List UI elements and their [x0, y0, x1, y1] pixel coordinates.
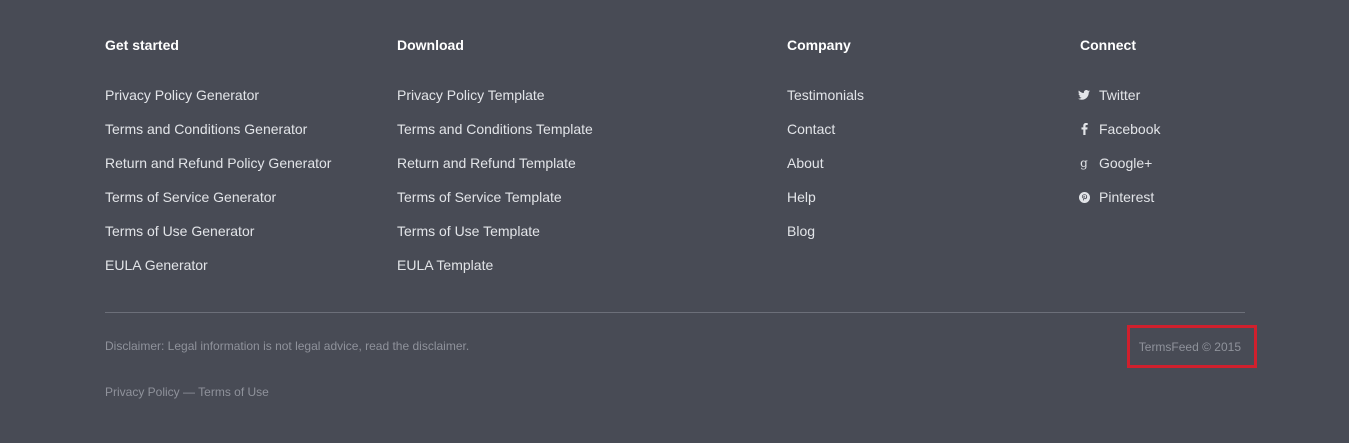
- link-about[interactable]: About: [787, 155, 824, 171]
- column-heading: Get started: [105, 37, 179, 53]
- link-terms-and-conditions-generator[interactable]: Terms and Conditions Generator: [105, 121, 307, 137]
- copyright-text: TermsFeed © 2015: [1138, 340, 1241, 354]
- link-return-refund-policy-generator[interactable]: Return and Refund Policy Generator: [105, 155, 331, 171]
- column-heading: Download: [397, 37, 464, 53]
- social-link-label: Facebook: [1099, 121, 1161, 137]
- privacy-policy-link[interactable]: Privacy Policy: [105, 385, 180, 399]
- link-terms-and-conditions-template[interactable]: Terms and Conditions Template: [397, 121, 593, 137]
- link-return-refund-template[interactable]: Return and Refund Template: [397, 155, 576, 171]
- link-eula-template[interactable]: EULA Template: [397, 257, 493, 273]
- link-terms-of-use-generator[interactable]: Terms of Use Generator: [105, 223, 254, 239]
- link-list: Twitter Facebook g Google+ Pinterest: [1078, 86, 1160, 222]
- footer-divider: [105, 312, 1245, 313]
- copyright-highlight-box: TermsFeed © 2015: [1127, 325, 1257, 368]
- footer-column-download: Download Privacy Policy Template Terms a…: [397, 36, 593, 290]
- disclaimer-text: Disclaimer: Legal information is not leg…: [105, 339, 470, 353]
- footer-column-connect: Connect Twitter Facebook g Google+ Pinte…: [1078, 36, 1160, 222]
- column-heading: Connect: [1080, 37, 1136, 53]
- link-terms-of-service-generator[interactable]: Terms of Service Generator: [105, 189, 276, 205]
- link-list: Testimonials Contact About Help Blog: [787, 86, 864, 256]
- google-plus-icon: g: [1080, 156, 1088, 170]
- footer-column-get-started: Get started Privacy Policy Generator Ter…: [105, 36, 331, 290]
- link-twitter[interactable]: Twitter: [1078, 86, 1140, 104]
- link-list: Privacy Policy Generator Terms and Condi…: [105, 86, 331, 290]
- terms-of-use-link[interactable]: Terms of Use: [198, 385, 269, 399]
- legal-links-separator: —: [183, 385, 196, 399]
- twitter-icon: [1078, 90, 1090, 100]
- facebook-icon: [1078, 123, 1090, 135]
- social-link-label: Pinterest: [1099, 189, 1155, 205]
- link-terms-of-use-template[interactable]: Terms of Use Template: [397, 223, 540, 239]
- legal-links: Privacy Policy — Terms of Use: [105, 385, 269, 399]
- social-link-label: Twitter: [1099, 87, 1141, 103]
- footer-column-company: Company Testimonials Contact About Help …: [787, 36, 864, 256]
- link-pinterest[interactable]: Pinterest: [1078, 188, 1154, 206]
- pinterest-icon: [1078, 191, 1090, 203]
- link-help[interactable]: Help: [787, 189, 816, 205]
- link-contact[interactable]: Contact: [787, 121, 835, 137]
- link-privacy-policy-template[interactable]: Privacy Policy Template: [397, 87, 545, 103]
- column-heading: Company: [787, 37, 851, 53]
- link-eula-generator[interactable]: EULA Generator: [105, 257, 208, 273]
- link-testimonials[interactable]: Testimonials: [787, 87, 864, 103]
- link-facebook[interactable]: Facebook: [1078, 120, 1160, 138]
- link-google-plus[interactable]: g Google+: [1078, 154, 1152, 172]
- link-blog[interactable]: Blog: [787, 223, 815, 239]
- link-list: Privacy Policy Template Terms and Condit…: [397, 86, 593, 290]
- link-privacy-policy-generator[interactable]: Privacy Policy Generator: [105, 87, 259, 103]
- link-terms-of-service-template[interactable]: Terms of Service Template: [397, 189, 562, 205]
- social-link-label: Google+: [1099, 155, 1153, 171]
